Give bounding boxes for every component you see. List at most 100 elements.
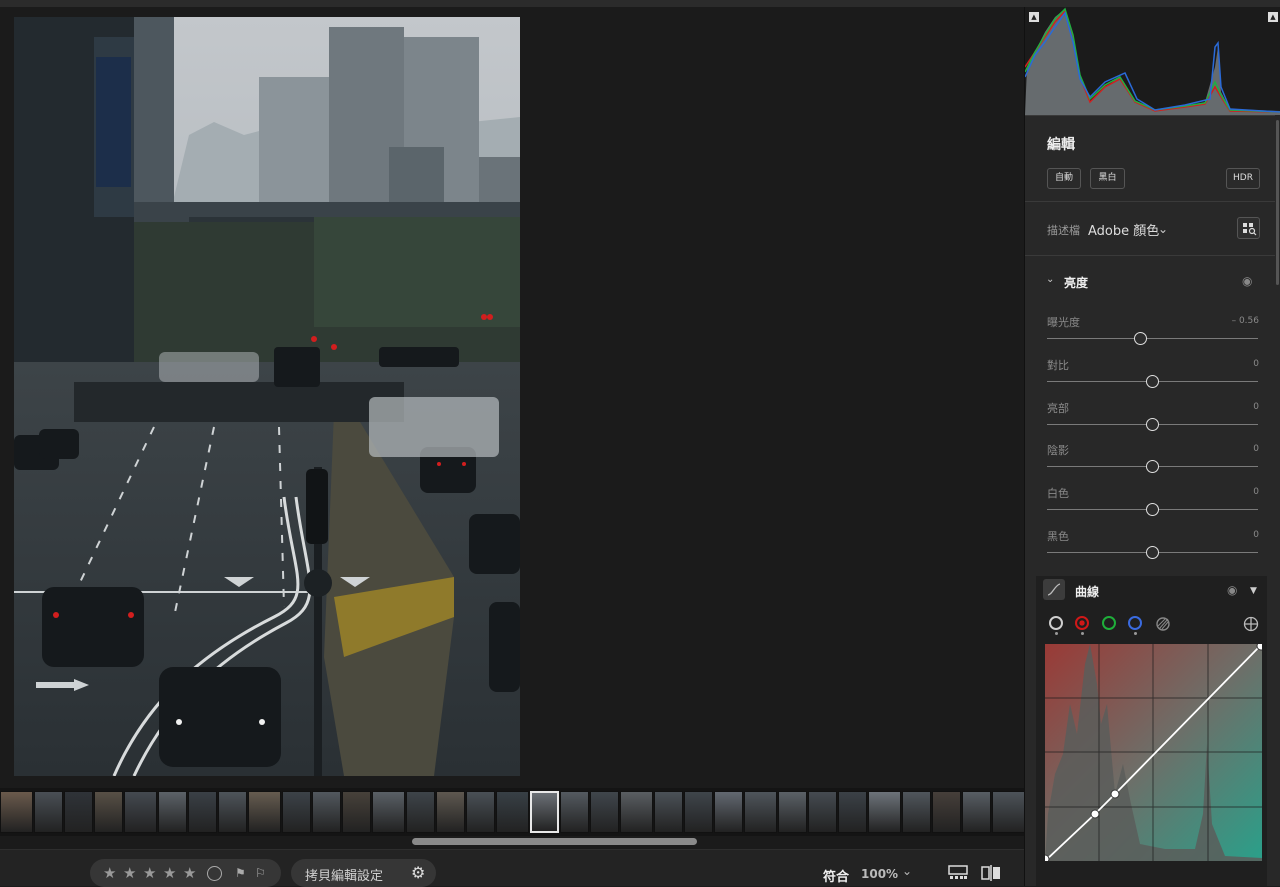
curve-section-title[interactable]: 曲線 <box>1075 583 1099 600</box>
filmstrip-thumbnail[interactable] <box>248 791 281 833</box>
filmstrip-thumbnail[interactable] <box>188 791 217 833</box>
filmstrip-thumbnail[interactable] <box>560 791 589 833</box>
slider-label: 陰影 <box>1047 444 1069 458</box>
filmstrip-thumbnail[interactable] <box>654 791 683 833</box>
filmstrip-thumbnail[interactable] <box>684 791 713 833</box>
filmstrip-thumbnail[interactable] <box>436 791 465 833</box>
profile-dropdown[interactable]: Adobe 顏色 <box>1088 220 1159 239</box>
profile-browser-icon <box>1243 223 1257 236</box>
bottom-toolbar: ★ ★ ★ ★ ★ ⚑ ⚐ 拷貝編輯設定 ⚙ 符合 100% ⌄ <box>0 849 1024 887</box>
profile-browser-button[interactable] <box>1237 217 1260 239</box>
filmstrip-thumbnail[interactable] <box>406 791 435 833</box>
star-4-icon[interactable]: ★ <box>163 864 176 882</box>
histogram-graph <box>1024 7 1280 115</box>
filmstrip-thumbnail[interactable] <box>0 791 33 833</box>
eye-icon[interactable]: ◉ <box>1242 274 1252 288</box>
divider <box>1025 115 1275 116</box>
curve-icon <box>1043 579 1065 600</box>
filmstrip-thumbnail[interactable] <box>124 791 157 833</box>
slider-label: 對比 <box>1047 358 1069 372</box>
curve-point[interactable] <box>1110 789 1120 799</box>
slider-label: 亮部 <box>1047 401 1069 415</box>
star-5-icon[interactable]: ★ <box>183 864 196 882</box>
auto-button[interactable]: 自動 <box>1047 168 1081 189</box>
slider-handle[interactable] <box>1146 546 1159 559</box>
filmstrip-thumbnail[interactable] <box>218 791 247 833</box>
filmstrip-thumbnail[interactable] <box>902 791 931 833</box>
filmstrip-thumbnail[interactable] <box>838 791 867 833</box>
star-2-icon[interactable]: ★ <box>123 864 136 882</box>
clear-rating-icon[interactable] <box>207 866 222 881</box>
filmstrip-thumbnail[interactable] <box>932 791 961 833</box>
filmstrip-thumbnail[interactable] <box>372 791 405 833</box>
filmstrip-thumbnail[interactable] <box>530 791 559 833</box>
saturation-curve-icon[interactable] <box>1155 616 1170 631</box>
filmstrip-thumbnail[interactable] <box>808 791 837 833</box>
filmstrip-thumbnail[interactable] <box>466 791 495 833</box>
curve-point[interactable] <box>1256 644 1262 651</box>
filmstrip-thumbnail[interactable] <box>962 791 991 833</box>
filmstrip-thumbnail[interactable] <box>342 791 371 833</box>
histogram: ▲ ▲ <box>1024 7 1280 115</box>
slider-label: 曝光度 <box>1047 316 1080 329</box>
filmstrip-thumbnail[interactable] <box>496 791 529 833</box>
fit-button[interactable]: 符合 <box>823 866 849 885</box>
compare-view-icon[interactable] <box>981 865 1001 881</box>
filmstrip-thumbnail[interactable] <box>744 791 777 833</box>
filmstrip-thumbnail[interactable] <box>714 791 743 833</box>
channel-white-icon[interactable] <box>1049 616 1063 630</box>
slider-value[interactable]: 0 <box>1253 530 1259 540</box>
target-adjust-icon[interactable] <box>1243 616 1259 632</box>
image-canvas[interactable] <box>0 7 1024 787</box>
top-bar <box>0 0 1280 7</box>
main-photo <box>14 17 520 776</box>
main-photo-image <box>14 17 520 776</box>
star-3-icon[interactable]: ★ <box>143 864 156 882</box>
slider-value[interactable]: 0 <box>1253 444 1259 454</box>
eye-icon[interactable]: ◉ <box>1227 583 1237 597</box>
gear-icon[interactable]: ⚙ <box>411 863 425 882</box>
slider-label: 白色 <box>1047 487 1069 501</box>
curve-point[interactable] <box>1090 809 1100 819</box>
bw-button[interactable]: 黑白 <box>1090 168 1125 189</box>
light-section-title[interactable]: 亮度 <box>1064 274 1088 291</box>
shadow-clipping-icon[interactable]: ▲ <box>1029 12 1039 22</box>
hdr-button[interactable]: HDR <box>1226 168 1260 189</box>
star-1-icon[interactable]: ★ <box>103 864 116 882</box>
slider-handle[interactable] <box>1146 374 1159 388</box>
reject-flag-icon[interactable]: ⚐ <box>255 866 266 880</box>
channel-red-icon[interactable] <box>1075 616 1089 630</box>
filmstrip[interactable] <box>0 788 1024 836</box>
slider-value[interactable]: 0 <box>1253 402 1259 412</box>
slider-value[interactable]: 0 <box>1253 487 1259 497</box>
filmstrip-thumbnail[interactable] <box>312 791 341 833</box>
zoom-dropdown-icon[interactable]: ⌄ <box>902 864 912 878</box>
filmstrip-thumbnail[interactable] <box>868 791 901 833</box>
pick-flag-icon[interactable]: ⚑ <box>235 866 246 880</box>
filmstrip-thumbnail[interactable] <box>620 791 653 833</box>
filmstrip-thumbnail[interactable] <box>282 791 311 833</box>
filmstrip-scrollbar-thumb[interactable] <box>412 838 697 845</box>
filmstrip-thumbnail[interactable] <box>590 791 619 833</box>
collapse-chevron-icon[interactable]: ⌄ <box>1046 274 1054 285</box>
filmstrip-thumbnail[interactable] <box>64 791 93 833</box>
menu-caret-icon[interactable]: ▼ <box>1250 586 1257 596</box>
slider-value[interactable]: – 0.56 <box>1232 316 1259 326</box>
channel-green-icon[interactable] <box>1102 616 1116 630</box>
channel-blue-icon[interactable] <box>1128 616 1142 630</box>
slider-handle[interactable] <box>1146 417 1159 431</box>
slider-value[interactable]: 0 <box>1253 359 1259 369</box>
zoom-level[interactable]: 100% <box>861 867 898 881</box>
panel-scrollbar[interactable] <box>1276 120 1279 285</box>
filmstrip-thumbnail[interactable] <box>992 791 1024 833</box>
filmstrip-thumbnail[interactable] <box>158 791 187 833</box>
chevron-down-icon[interactable]: ⌄ <box>1158 222 1168 236</box>
tone-curve-graph[interactable] <box>1045 644 1262 861</box>
filmstrip-thumbnail[interactable] <box>34 791 63 833</box>
copy-settings-button[interactable]: 拷貝編輯設定 <box>305 865 383 884</box>
filmstrip-thumbnail[interactable] <box>94 791 123 833</box>
filmstrip-thumbnail[interactable] <box>778 791 807 833</box>
highlight-clipping-icon[interactable]: ▲ <box>1268 12 1278 22</box>
filmstrip-toggle-icon[interactable] <box>948 865 968 881</box>
slider-track[interactable] <box>1047 338 1258 339</box>
